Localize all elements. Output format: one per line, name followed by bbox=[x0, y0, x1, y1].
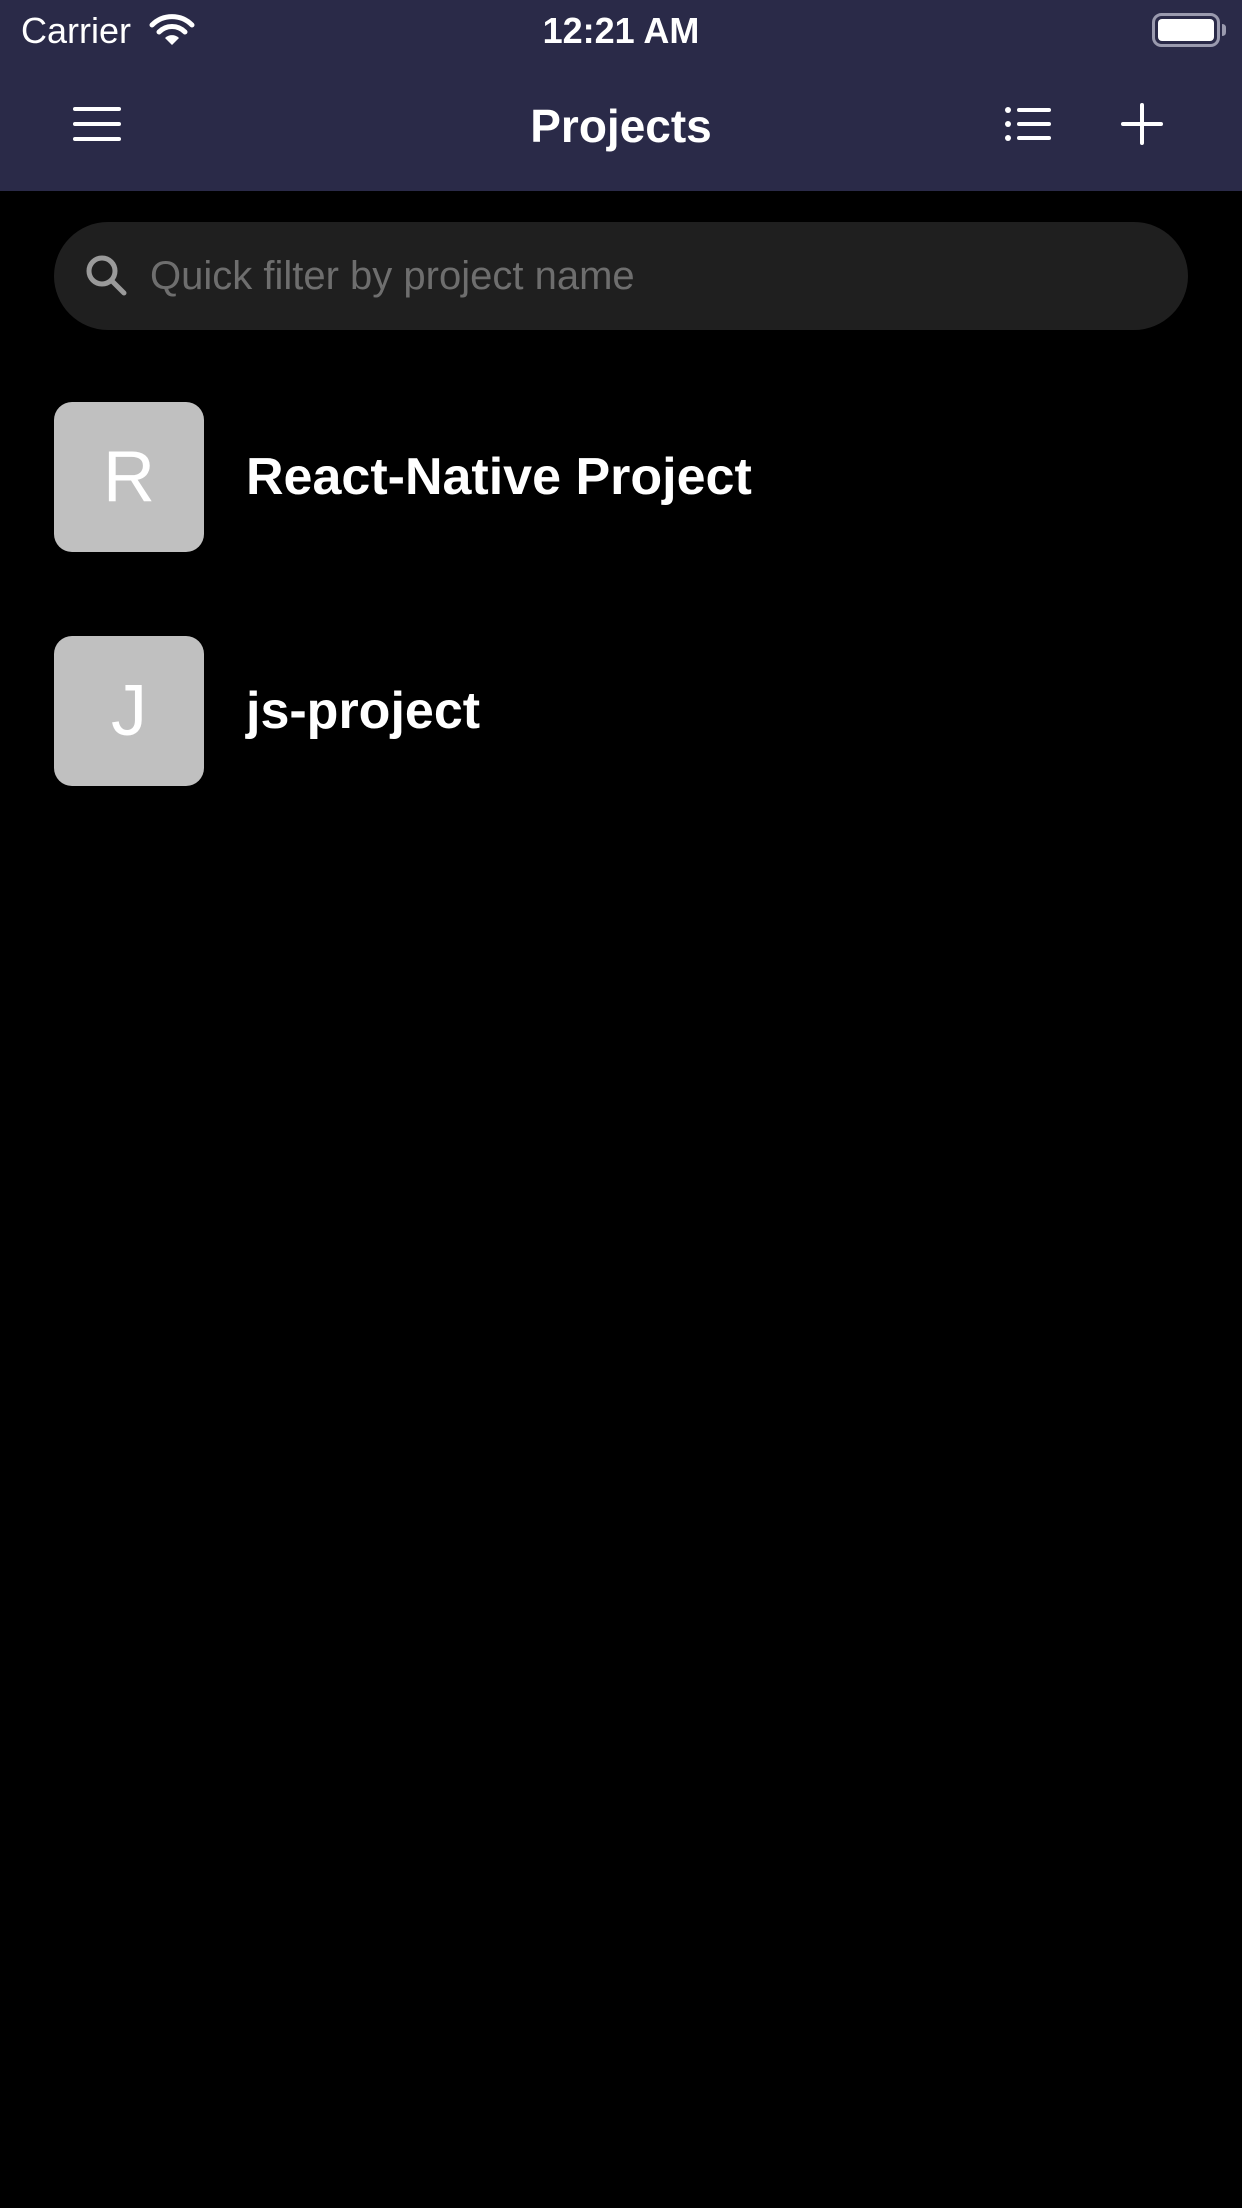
search-icon bbox=[84, 253, 130, 299]
plus-icon bbox=[1121, 102, 1163, 150]
project-avatar: R bbox=[54, 402, 204, 552]
clock-time: 12:21 AM bbox=[542, 10, 700, 51]
search-bar[interactable] bbox=[54, 222, 1188, 330]
project-list-item[interactable]: R React-Native Project bbox=[54, 402, 1188, 552]
battery-full-icon bbox=[1152, 12, 1228, 48]
project-list-item[interactable]: J js-project bbox=[54, 636, 1188, 786]
project-avatar: J bbox=[54, 636, 204, 786]
list-view-icon bbox=[1005, 106, 1051, 146]
search-input[interactable] bbox=[150, 222, 1150, 330]
project-name: js-project bbox=[246, 682, 481, 740]
add-project-button[interactable] bbox=[1110, 96, 1174, 156]
header-bar: Carrier 12:21 AM Projects bbox=[0, 0, 1242, 191]
projects-screen: Carrier 12:21 AM Projects Quick filter b… bbox=[0, 0, 1242, 2208]
list-view-button[interactable] bbox=[996, 96, 1060, 156]
project-name: React-Native Project bbox=[246, 448, 752, 506]
